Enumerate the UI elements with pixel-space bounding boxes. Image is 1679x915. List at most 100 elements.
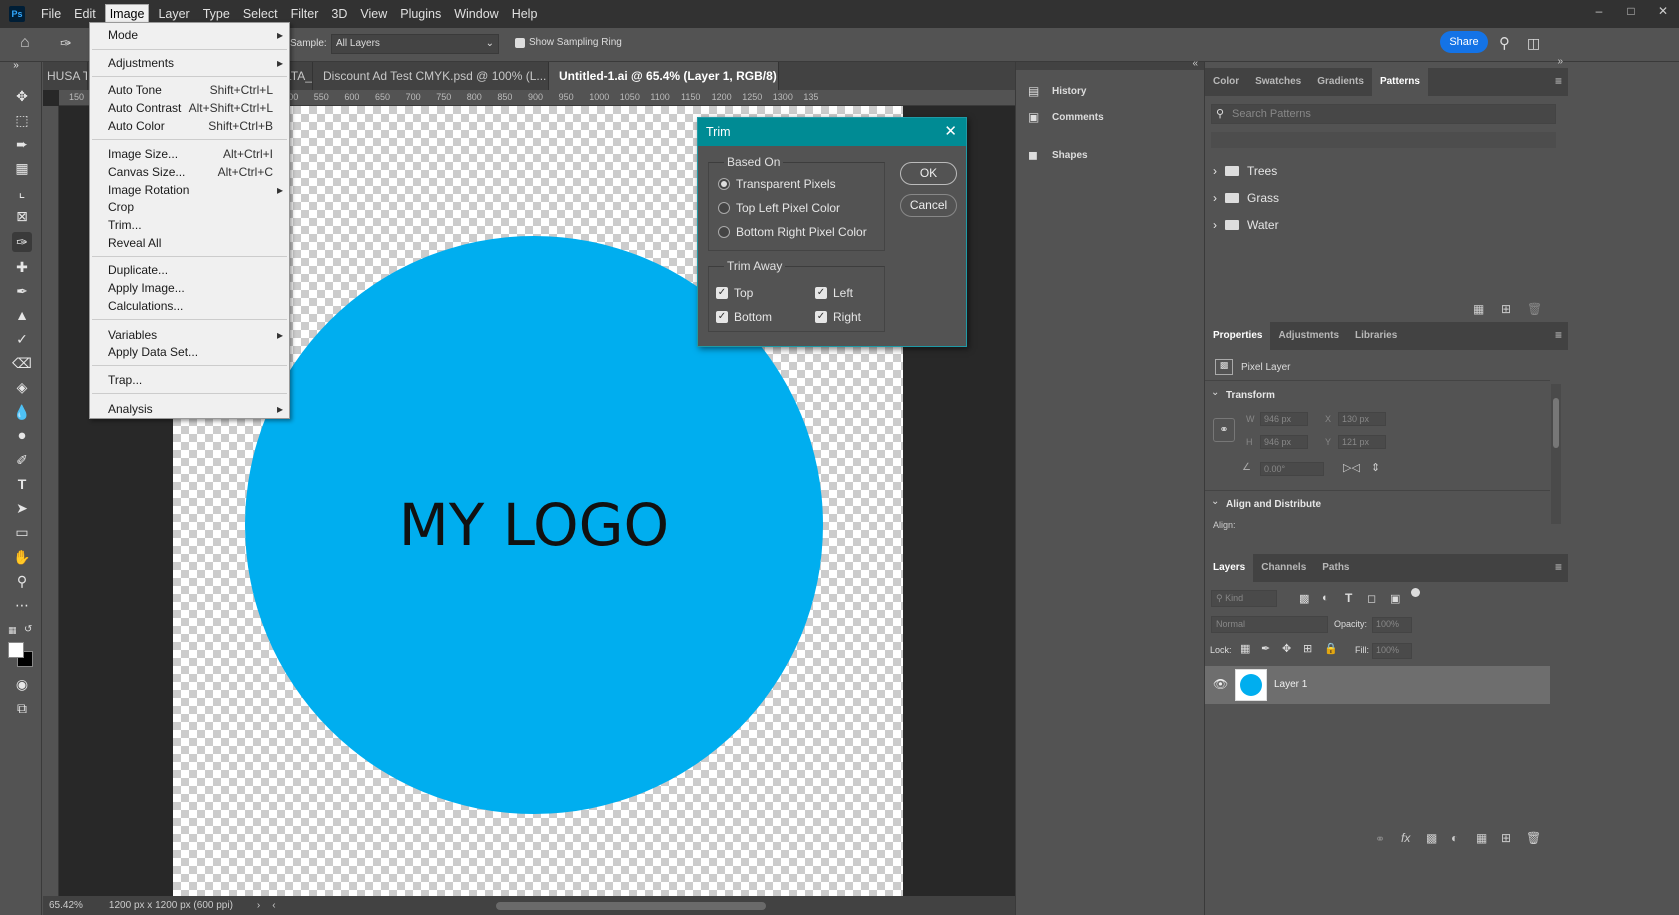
- scrollbar-thumb[interactable]: [1553, 398, 1559, 448]
- menu-item-duplicate[interactable]: Duplicate...: [108, 261, 273, 279]
- panel-menu-icon[interactable]: ≡: [1555, 560, 1562, 574]
- tab-properties[interactable]: Properties: [1205, 322, 1271, 350]
- menu-filter[interactable]: Filter: [287, 5, 323, 23]
- layer-row[interactable]: 👁 Layer 1: [1205, 666, 1550, 704]
- new-layer-icon[interactable]: ⊞: [1501, 831, 1511, 845]
- width-field[interactable]: 946 px: [1260, 412, 1308, 426]
- menu-item-image-rotation[interactable]: Image Rotation ▸: [108, 181, 283, 199]
- menu-window[interactable]: Window: [450, 5, 502, 23]
- quick-mask-icon[interactable]: ◉: [12, 674, 32, 694]
- type-tool-icon[interactable]: T: [12, 474, 32, 494]
- menu-item-trim[interactable]: Trim...: [108, 216, 273, 234]
- menu-item-variables[interactable]: Variables ▸: [108, 326, 283, 344]
- menu-item-calculations[interactable]: Calculations...: [108, 297, 273, 315]
- flip-vertical-icon[interactable]: ⇕: [1371, 461, 1380, 474]
- add-mask-icon[interactable]: ▩: [1426, 831, 1437, 845]
- menu-plugins[interactable]: Plugins: [396, 5, 445, 23]
- pen-tool-icon[interactable]: ✐: [12, 450, 32, 470]
- frame-tool-icon[interactable]: ⊠: [12, 206, 32, 226]
- eyedropper-icon[interactable]: ✑: [60, 35, 72, 52]
- trash-icon[interactable]: 🗑: [1527, 302, 1542, 316]
- tab-layers[interactable]: Layers: [1205, 554, 1254, 582]
- menu-item-auto-tone[interactable]: Auto Tone Shift+Ctrl+L: [108, 81, 273, 99]
- new-group-icon[interactable]: ▦: [1476, 831, 1487, 845]
- menu-item-trap[interactable]: Trap...: [108, 371, 273, 389]
- eyedropper-tool-icon[interactable]: ✑: [12, 232, 32, 252]
- lock-transparent-icon[interactable]: ▦: [1240, 642, 1250, 655]
- comments-panel-button[interactable]: ▣ Comments: [1028, 110, 1104, 124]
- tab-husa[interactable]: HUSA Te: [43, 62, 88, 90]
- radio-transparent-pixels[interactable]: Transparent Pixels: [718, 177, 836, 191]
- tab-libraries[interactable]: Libraries: [1347, 322, 1405, 350]
- menu-item-auto-color[interactable]: Auto Color Shift+Ctrl+B: [108, 117, 273, 135]
- filter-adjustment-icon[interactable]: ◐: [1322, 592, 1329, 604]
- radio-top-left-pixel-color[interactable]: Top Left Pixel Color: [718, 201, 840, 215]
- checkbox-left[interactable]: ✓ Left: [815, 286, 853, 300]
- y-field[interactable]: 121 px: [1338, 435, 1386, 449]
- history-brush-tool-icon[interactable]: ✓: [12, 329, 32, 349]
- zoom-tool-icon[interactable]: ⚲: [12, 571, 32, 591]
- tab-patterns[interactable]: Patterns: [1371, 68, 1428, 96]
- rectangle-tool-icon[interactable]: ▭: [12, 522, 32, 542]
- lock-all-icon[interactable]: 🔒: [1324, 642, 1338, 655]
- menu-item-apply-image[interactable]: Apply Image...: [108, 279, 273, 297]
- fill-field[interactable]: 100%: [1372, 643, 1412, 659]
- layer-style-icon[interactable]: fx: [1401, 831, 1410, 845]
- filter-pixel-icon[interactable]: ▩: [1299, 592, 1309, 605]
- default-colors-icon[interactable]: ▦: [8, 625, 17, 636]
- tab-gradients[interactable]: Gradients: [1309, 68, 1372, 96]
- tab-color[interactable]: Color: [1205, 68, 1247, 96]
- hand-tool-icon[interactable]: ✋: [12, 547, 32, 567]
- menu-item-image-size[interactable]: Image Size... Alt+Ctrl+I: [108, 145, 273, 163]
- menu-item-mode[interactable]: Mode ▸: [108, 26, 283, 44]
- link-layers-icon[interactable]: ⚭: [1375, 832, 1385, 846]
- collapse-arrows-icon[interactable]: «: [1192, 58, 1198, 69]
- menu-3d[interactable]: 3D: [327, 5, 351, 23]
- eraser-tool-icon[interactable]: ⌫: [12, 353, 32, 373]
- angle-field[interactable]: 0.00°: [1260, 462, 1324, 476]
- workspace-icon[interactable]: ◫: [1527, 35, 1540, 52]
- folder-grass[interactable]: › Grass: [1213, 191, 1279, 205]
- marquee-tool-icon[interactable]: ⬚: [12, 110, 32, 130]
- crop-tool-icon[interactable]: ⌞: [12, 182, 32, 202]
- panel-menu-icon[interactable]: ≡: [1555, 328, 1562, 342]
- height-field[interactable]: 946 px: [1260, 435, 1308, 449]
- chevron-down-icon[interactable]: ⌄: [1211, 496, 1219, 507]
- chevron-right-icon[interactable]: ›: [257, 900, 260, 911]
- foreground-color-swatch[interactable]: [8, 642, 24, 658]
- new-group-icon[interactable]: ▦: [1473, 302, 1484, 316]
- tab-adjustments[interactable]: Adjustments: [1270, 322, 1347, 350]
- menu-image[interactable]: Image: [104, 4, 150, 24]
- menu-layer[interactable]: Layer: [154, 5, 193, 23]
- blur-tool-icon[interactable]: 💧: [12, 402, 32, 422]
- menu-select[interactable]: Select: [239, 5, 282, 23]
- menu-view[interactable]: View: [356, 5, 391, 23]
- paint-bucket-tool-icon[interactable]: ◈: [12, 377, 32, 397]
- path-selection-tool-icon[interactable]: ➤: [12, 498, 32, 518]
- menu-file[interactable]: File: [37, 5, 65, 23]
- brush-tool-icon[interactable]: ✒: [12, 281, 32, 301]
- filter-shape-icon[interactable]: ◻: [1367, 592, 1376, 605]
- menu-item-apply-data-set[interactable]: Apply Data Set...: [108, 343, 273, 361]
- sample-select[interactable]: All Layers ⌄: [331, 34, 499, 54]
- chevron-down-icon[interactable]: ⌄: [1211, 387, 1219, 398]
- close-icon[interactable]: ✕: [944, 118, 957, 146]
- new-pattern-icon[interactable]: ⊞: [1501, 302, 1511, 316]
- share-button[interactable]: Share: [1440, 31, 1488, 53]
- shapes-panel-button[interactable]: ◼ Shapes: [1028, 148, 1088, 162]
- checkbox-right[interactable]: ✓ Right: [815, 310, 861, 324]
- menu-help[interactable]: Help: [508, 5, 542, 23]
- home-icon[interactable]: ⌂: [20, 34, 30, 52]
- opacity-field[interactable]: 100%: [1372, 617, 1412, 633]
- filter-smart-object-icon[interactable]: ▣: [1390, 592, 1400, 605]
- visibility-eye-icon[interactable]: 👁: [1213, 677, 1228, 691]
- menu-item-auto-contrast[interactable]: Auto Contrast Alt+Shift+Ctrl+L: [108, 99, 273, 117]
- object-selection-tool-icon[interactable]: ▦: [12, 158, 32, 178]
- lasso-tool-icon[interactable]: ➨: [12, 134, 32, 154]
- tab-swatches[interactable]: Swatches: [1247, 68, 1309, 96]
- blend-mode-select[interactable]: Normal: [1211, 616, 1328, 633]
- folder-trees[interactable]: › Trees: [1213, 164, 1277, 178]
- clone-stamp-tool-icon[interactable]: ▲: [12, 305, 32, 325]
- more-tools-icon[interactable]: ⋯: [12, 595, 32, 615]
- horizontal-scrollbar[interactable]: [495, 901, 766, 910]
